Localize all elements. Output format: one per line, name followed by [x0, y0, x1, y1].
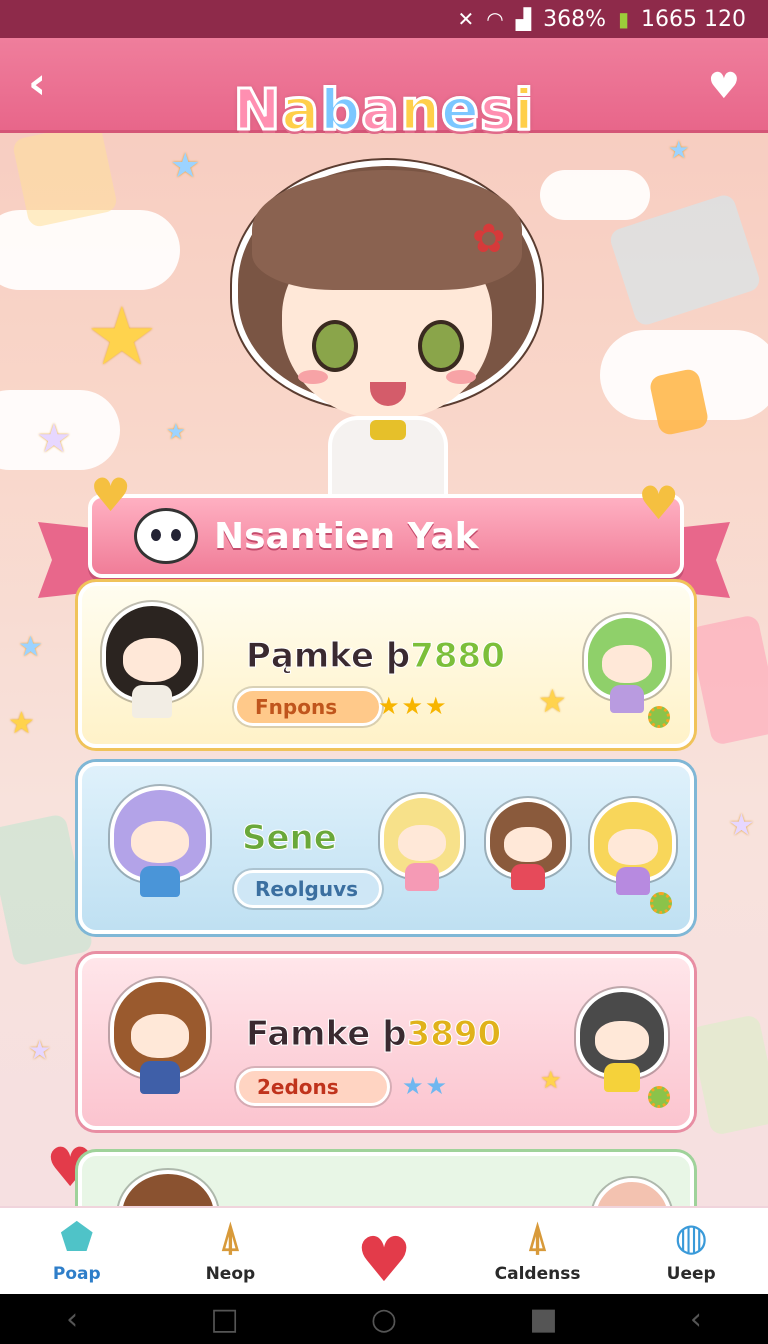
- badge-icon: [648, 706, 670, 728]
- card-title: Sene: [242, 818, 338, 859]
- back-nav-icon[interactable]: ‹: [690, 1302, 702, 1337]
- character-avatar: [102, 602, 202, 719]
- card-tag-label: 2edons: [257, 1075, 339, 1099]
- nav-item-ueep[interactable]: ◍ Ueep: [631, 1214, 751, 1284]
- character-card[interactable]: Pąmke þ7880 Fnpons ★★★ ★: [78, 582, 694, 748]
- card-tag-pill[interactable]: Fnpons: [234, 688, 382, 726]
- system-nav-bar: ‹ □ ○ ■ ‹: [0, 1294, 768, 1344]
- star-icon: ★: [36, 416, 72, 462]
- nav-item-caldenss[interactable]: ⍋ Caldenss: [478, 1214, 598, 1284]
- cone-icon: ⍋: [526, 1215, 549, 1259]
- character-avatar: [584, 614, 670, 714]
- star-icon: ★: [728, 808, 755, 843]
- nav-label: Caldenss: [494, 1264, 581, 1284]
- banner-title: Nsantien Yak: [214, 515, 479, 557]
- bottom-nav: ⬟ Poap ⍋ Neop ♥ ⍋ Caldenss ◍ Ueep: [0, 1206, 768, 1294]
- nav-label: Poap: [52, 1264, 101, 1284]
- character-avatar: [110, 978, 210, 1095]
- card-title: Famke þ3890: [246, 1014, 502, 1055]
- card-tag-label: Reolguvs: [255, 877, 359, 901]
- title-banner: Nsantien Yak: [88, 494, 684, 578]
- star-icon: ★: [166, 420, 186, 445]
- rating-stars: ★★: [402, 1072, 450, 1100]
- nav-label: Ueep: [666, 1264, 716, 1284]
- star-icon: ★: [28, 1036, 52, 1066]
- heart-icon: ♥: [356, 1223, 412, 1296]
- card-title-prefix: Famke þ: [246, 1014, 408, 1055]
- character-card[interactable]: Famke þ3890 2edons ★★ ★: [78, 954, 694, 1130]
- character-avatar: [486, 798, 570, 890]
- card-tag-pill[interactable]: 2edons: [236, 1068, 390, 1106]
- star-icon: ★: [8, 706, 35, 741]
- nav-item-heart[interactable]: ♥: [324, 1229, 444, 1291]
- cloud-decoration: [0, 210, 180, 290]
- card-title-prefix: Pąmke þ: [245, 636, 411, 677]
- back-nav-icon[interactable]: ‹: [66, 1302, 78, 1337]
- card-tag-label: Fnpons: [255, 695, 338, 719]
- hero-blush: [298, 370, 328, 384]
- character-avatar: [380, 794, 464, 891]
- character-avatar: [590, 798, 676, 895]
- star-icon: ★: [538, 682, 567, 720]
- nav-item-poap[interactable]: ⬟ Poap: [17, 1214, 137, 1284]
- flower-icon: ✿: [472, 216, 506, 262]
- globe-icon: ◍: [674, 1215, 708, 1259]
- card-title: Pąmke þ7880: [245, 636, 506, 677]
- mute-icon: ✕: [457, 7, 475, 31]
- status-bar: ✕ ◠ ▟ 368% ▮ 1665 120: [0, 0, 768, 38]
- star-icon: ★: [18, 630, 44, 663]
- heart-icon: ♥: [90, 468, 132, 522]
- nav-label: Neop: [205, 1264, 256, 1284]
- wifi-icon: ◠: [486, 7, 504, 31]
- mascot-icon: [134, 508, 198, 564]
- house-icon: ⬟: [60, 1215, 94, 1259]
- hero-eye: [312, 320, 358, 372]
- nav-item-neop[interactable]: ⍋ Neop: [170, 1214, 290, 1284]
- card-decoration: [689, 1013, 768, 1137]
- character-avatar: [110, 786, 210, 898]
- square-icon[interactable]: □: [210, 1302, 238, 1337]
- star-icon: ★: [540, 1066, 562, 1094]
- star-icon: ★: [86, 290, 158, 383]
- signal-icon: ▟: [515, 7, 532, 31]
- card-score: 3890: [406, 1014, 502, 1055]
- card-score: 7880: [410, 636, 506, 677]
- character-avatar: [576, 988, 668, 1093]
- hero-blush: [446, 370, 476, 384]
- hero-character[interactable]: ✿: [232, 120, 542, 500]
- battery-percent: 368%: [543, 6, 606, 32]
- cone-icon: ⍋: [218, 1215, 242, 1259]
- card-tag-pill[interactable]: Reolguvs: [234, 870, 382, 908]
- cloud-decoration: [540, 170, 650, 220]
- card-decoration: [688, 614, 768, 746]
- badge-icon: [650, 892, 672, 914]
- home-circle-icon[interactable]: ○: [371, 1302, 397, 1337]
- character-card[interactable]: Sene Reolguvs: [78, 762, 694, 934]
- heart-icon: ♥: [638, 476, 680, 530]
- hero-eye: [418, 320, 464, 372]
- status-time: 1665 120: [641, 6, 746, 32]
- hero-bow: [370, 420, 406, 440]
- star-icon: ★: [170, 146, 201, 186]
- recents-icon[interactable]: ■: [529, 1302, 557, 1337]
- rating-stars: ★★★: [378, 692, 449, 720]
- badge-icon: [648, 1086, 670, 1108]
- battery-icon: ▮: [618, 7, 630, 31]
